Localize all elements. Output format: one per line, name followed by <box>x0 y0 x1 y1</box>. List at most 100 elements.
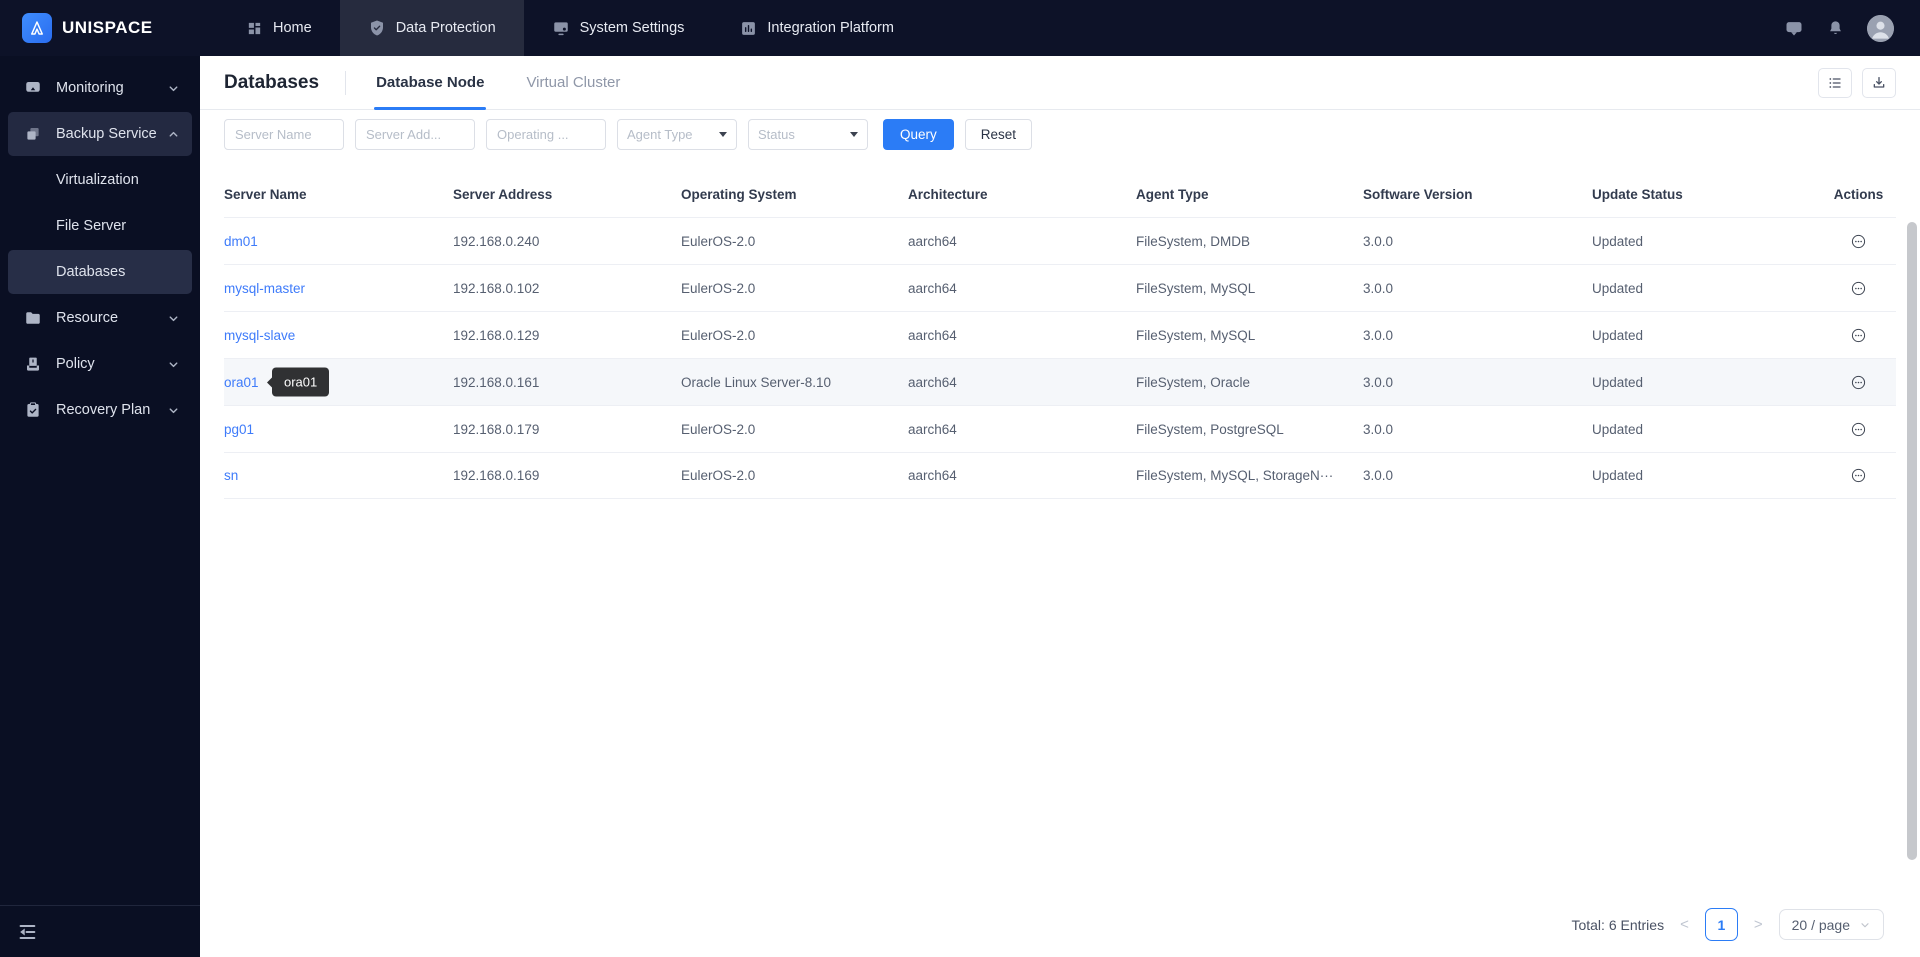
sidebar-item-monitoring[interactable]: Monitoring <box>8 66 192 110</box>
row-more-actions-icon[interactable] <box>1850 233 1867 250</box>
sidebar-item-recovery-plan[interactable]: Recovery Plan <box>8 388 192 432</box>
monitoring-icon <box>24 79 42 97</box>
shield-icon <box>368 19 386 37</box>
pagination-page-1-button[interactable]: 1 <box>1704 908 1738 941</box>
operating-system-cell: EulerOS-2.0 <box>681 280 756 296</box>
tab-database-node[interactable]: Database Node <box>374 56 487 110</box>
sidebar-item-label: Backup Service <box>56 126 157 142</box>
server-name-link[interactable]: sn <box>224 468 238 483</box>
top-nav-system-settings[interactable]: System Settings <box>524 0 713 56</box>
export-button[interactable] <box>1862 67 1896 98</box>
agent-type-cell: FileSystem, PostgreSQL <box>1136 421 1284 437</box>
collapse-sidebar-icon[interactable] <box>16 921 38 943</box>
table-row: dm01 192.168.0.240 EulerOS-2.0 aarch64 F… <box>224 217 1896 264</box>
notifications-bell-icon[interactable] <box>1826 19 1845 38</box>
row-more-actions-icon[interactable] <box>1850 327 1867 344</box>
sidebar-item-policy[interactable]: Policy <box>8 342 192 386</box>
sidebar-item-databases[interactable]: Databases <box>8 250 192 294</box>
top-nav-integration-platform-label: Integration Platform <box>767 20 894 36</box>
table-row: mysql-master 192.168.0.102 EulerOS-2.0 a… <box>224 264 1896 311</box>
software-version-cell: 3.0.0 <box>1363 421 1394 437</box>
column-header: Agent Type <box>1136 186 1209 202</box>
sidebar-menu: Monitoring Backup Service Virtualization… <box>0 56 200 905</box>
operating-system-cell: EulerOS-2.0 <box>681 233 756 249</box>
page-header: Databases Database Node Virtual Cluster <box>200 56 1920 110</box>
chevron-down-icon <box>167 358 180 371</box>
top-nav-data-protection[interactable]: Data Protection <box>339 0 524 56</box>
table-row: pg01 192.168.0.179 EulerOS-2.0 aarch64 F… <box>224 405 1896 452</box>
sidebar-item-label: Monitoring <box>56 80 124 96</box>
operating-system-cell: EulerOS-2.0 <box>681 327 756 343</box>
server-name-link[interactable]: ora01 <box>224 375 259 390</box>
operating-system-cell: EulerOS-2.0 <box>681 421 756 437</box>
top-nav-home[interactable]: Home <box>218 0 340 56</box>
table-row: mysql-slave 192.168.0.129 EulerOS-2.0 aa… <box>224 311 1896 358</box>
top-nav: Home Data Protection System Settings Int… <box>218 0 1784 56</box>
operating-system-input[interactable] <box>486 119 606 150</box>
server-address-cell: 192.168.0.179 <box>453 421 540 437</box>
reset-button[interactable]: Reset <box>964 119 1033 150</box>
caret-down-icon <box>719 132 727 137</box>
sidebar-item-label: Databases <box>56 264 126 280</box>
sidebar-item-backup-service[interactable]: Backup Service <box>8 112 192 156</box>
agent-type-cell: FileSystem, MySQL <box>1136 327 1256 343</box>
column-settings-button[interactable] <box>1818 67 1852 98</box>
software-version-cell: 3.0.0 <box>1363 468 1394 483</box>
agent-type-cell: FileSystem, MySQL, StorageN··· <box>1136 468 1334 483</box>
sidebar-item-label: Recovery Plan <box>56 402 151 418</box>
messages-icon[interactable] <box>1784 18 1804 38</box>
server-address-input[interactable] <box>355 119 475 150</box>
sidebar-item-file-server[interactable]: File Server <box>8 204 192 248</box>
home-grid-icon <box>246 20 263 37</box>
agent-type-cell: FileSystem, DMDB <box>1136 233 1251 249</box>
pagination-next-button[interactable]: > <box>1752 916 1765 933</box>
software-version-cell: 3.0.0 <box>1363 327 1394 343</box>
software-version-cell: 3.0.0 <box>1363 280 1394 296</box>
page-size-select[interactable]: 20 / page <box>1778 909 1884 940</box>
row-more-actions-icon[interactable] <box>1850 280 1867 297</box>
column-header: Architecture <box>908 186 988 202</box>
agent-type-cell: FileSystem, Oracle <box>1136 374 1251 390</box>
software-version-cell: 3.0.0 <box>1363 233 1394 249</box>
row-more-actions-icon[interactable] <box>1850 467 1867 484</box>
sidebar-item-virtualization[interactable]: Virtualization <box>8 158 192 202</box>
top-nav-system-settings-label: System Settings <box>579 20 685 36</box>
operating-system-cell: EulerOS-2.0 <box>681 468 756 483</box>
server-name-link[interactable]: mysql-slave <box>224 328 295 343</box>
architecture-cell: aarch64 <box>908 374 957 390</box>
agent-type-select[interactable]: Agent Type <box>617 119 737 150</box>
architecture-cell: aarch64 <box>908 327 957 343</box>
server-name-link[interactable]: dm01 <box>224 234 258 249</box>
row-more-actions-icon[interactable] <box>1850 421 1867 438</box>
agent-type-placeholder: Agent Type <box>627 127 693 142</box>
pagination-prev-button[interactable]: < <box>1678 916 1691 933</box>
server-address-cell: 192.168.0.240 <box>453 233 540 249</box>
sidebar-item-resource[interactable]: Resource <box>8 296 192 340</box>
top-nav-integration-platform[interactable]: Integration Platform <box>712 0 922 56</box>
server-address-cell: 192.168.0.169 <box>453 468 540 483</box>
software-version-cell: 3.0.0 <box>1363 374 1394 390</box>
server-name-link[interactable]: mysql-master <box>224 281 305 296</box>
caret-down-icon <box>850 132 858 137</box>
server-name-link[interactable]: pg01 <box>224 422 254 437</box>
server-address-cell: 192.168.0.161 <box>453 374 540 390</box>
operating-system-cell: Oracle Linux Server-8.10 <box>681 374 832 390</box>
architecture-cell: aarch64 <box>908 280 957 296</box>
bar-chart-icon <box>740 20 757 37</box>
server-address-cell: 192.168.0.129 <box>453 327 540 343</box>
update-status-cell: Updated <box>1592 468 1644 483</box>
vertical-scrollbar[interactable] <box>1907 222 1917 860</box>
user-avatar[interactable] <box>1867 14 1894 42</box>
tab-virtual-cluster[interactable]: Virtual Cluster <box>524 56 622 109</box>
update-status-cell: Updated <box>1592 327 1644 343</box>
status-select[interactable]: Status <box>748 119 868 150</box>
status-placeholder: Status <box>758 127 795 142</box>
top-bar: UNISPACE Home Data Protection System Set… <box>0 0 1920 56</box>
column-header: Update Status <box>1592 186 1683 202</box>
row-more-actions-icon[interactable] <box>1850 374 1867 391</box>
query-button[interactable]: Query <box>883 119 954 150</box>
tab-label: Database Node <box>376 74 485 91</box>
update-status-cell: Updated <box>1592 374 1644 390</box>
sidebar-item-label: Virtualization <box>56 172 139 188</box>
server-name-input[interactable] <box>224 119 344 150</box>
